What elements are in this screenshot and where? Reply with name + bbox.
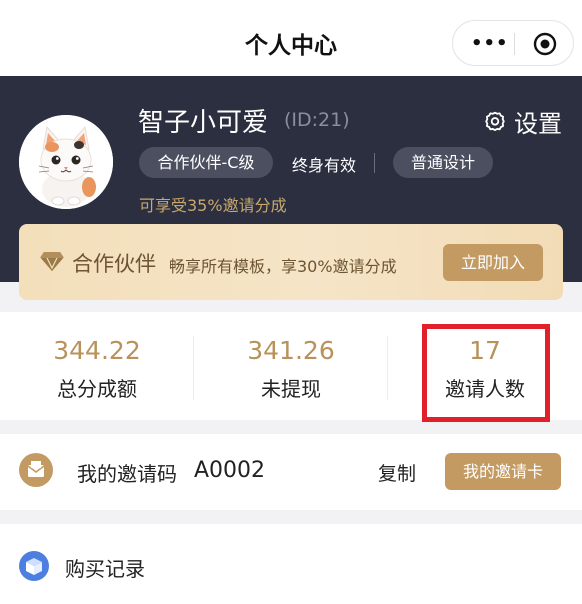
cube-icon <box>26 558 42 575</box>
join-now-button[interactable]: 立即加入 <box>443 244 543 281</box>
more-dots-icon[interactable]: ••• <box>471 35 509 53</box>
partner-level-tag: 合作伙伴-C级 <box>139 147 273 178</box>
stat-label: 未提现 <box>261 377 321 401</box>
gear-icon <box>485 111 505 131</box>
avatar[interactable] <box>19 115 113 209</box>
purchase-records-label: 购买记录 <box>65 557 145 581</box>
settings-label: 设置 <box>514 110 562 138</box>
cat-avatar-icon <box>19 115 113 209</box>
mini-program-capsule: ••• <box>452 20 574 66</box>
capsule-divider <box>514 33 515 55</box>
share-rate-note: 可享受35%邀请分成 <box>139 196 287 215</box>
diamond-icon <box>39 252 65 273</box>
highlight-box <box>422 324 550 422</box>
stat-label: 总分成额 <box>57 377 137 401</box>
stat-unwithdrawn[interactable]: 341.26 未提现 <box>194 312 388 420</box>
banner-title: 合作伙伴 <box>72 252 156 276</box>
banner-description: 畅享所有模板，享30%邀请分成 <box>169 257 397 276</box>
partner-banner[interactable]: 合作伙伴 畅享所有模板，享30%邀请分成 立即加入 <box>19 224 563 300</box>
stat-value: 344.22 <box>53 336 141 365</box>
user-id: (ID:21) <box>284 109 350 131</box>
invite-card-button[interactable]: 我的邀请卡 <box>445 453 561 490</box>
divider <box>374 153 375 173</box>
stat-total-share[interactable]: 344.22 总分成额 <box>0 312 194 420</box>
invite-code-row: 我的邀请码 A0002 复制 我的邀请卡 <box>0 434 582 510</box>
settings-button[interactable]: 设置 <box>484 104 562 139</box>
envelope-icon <box>27 461 45 477</box>
validity-text: 终身有效 <box>292 156 357 175</box>
cube-icon-badge <box>19 551 49 581</box>
stat-value: 341.26 <box>247 336 335 365</box>
navbar: 个人中心 ••• <box>0 0 582 76</box>
invite-code-label: 我的邀请码 <box>77 462 177 486</box>
copy-button[interactable]: 复制 <box>378 459 416 486</box>
purchase-records-row[interactable]: 购买记录 <box>0 524 582 604</box>
invite-code-value: A0002 <box>194 458 266 483</box>
username: 智子小可爱 <box>138 108 269 138</box>
design-level-tag: 普通设计 <box>393 147 493 178</box>
envelope-icon-badge <box>19 453 53 487</box>
target-circle-icon[interactable] <box>533 32 557 56</box>
